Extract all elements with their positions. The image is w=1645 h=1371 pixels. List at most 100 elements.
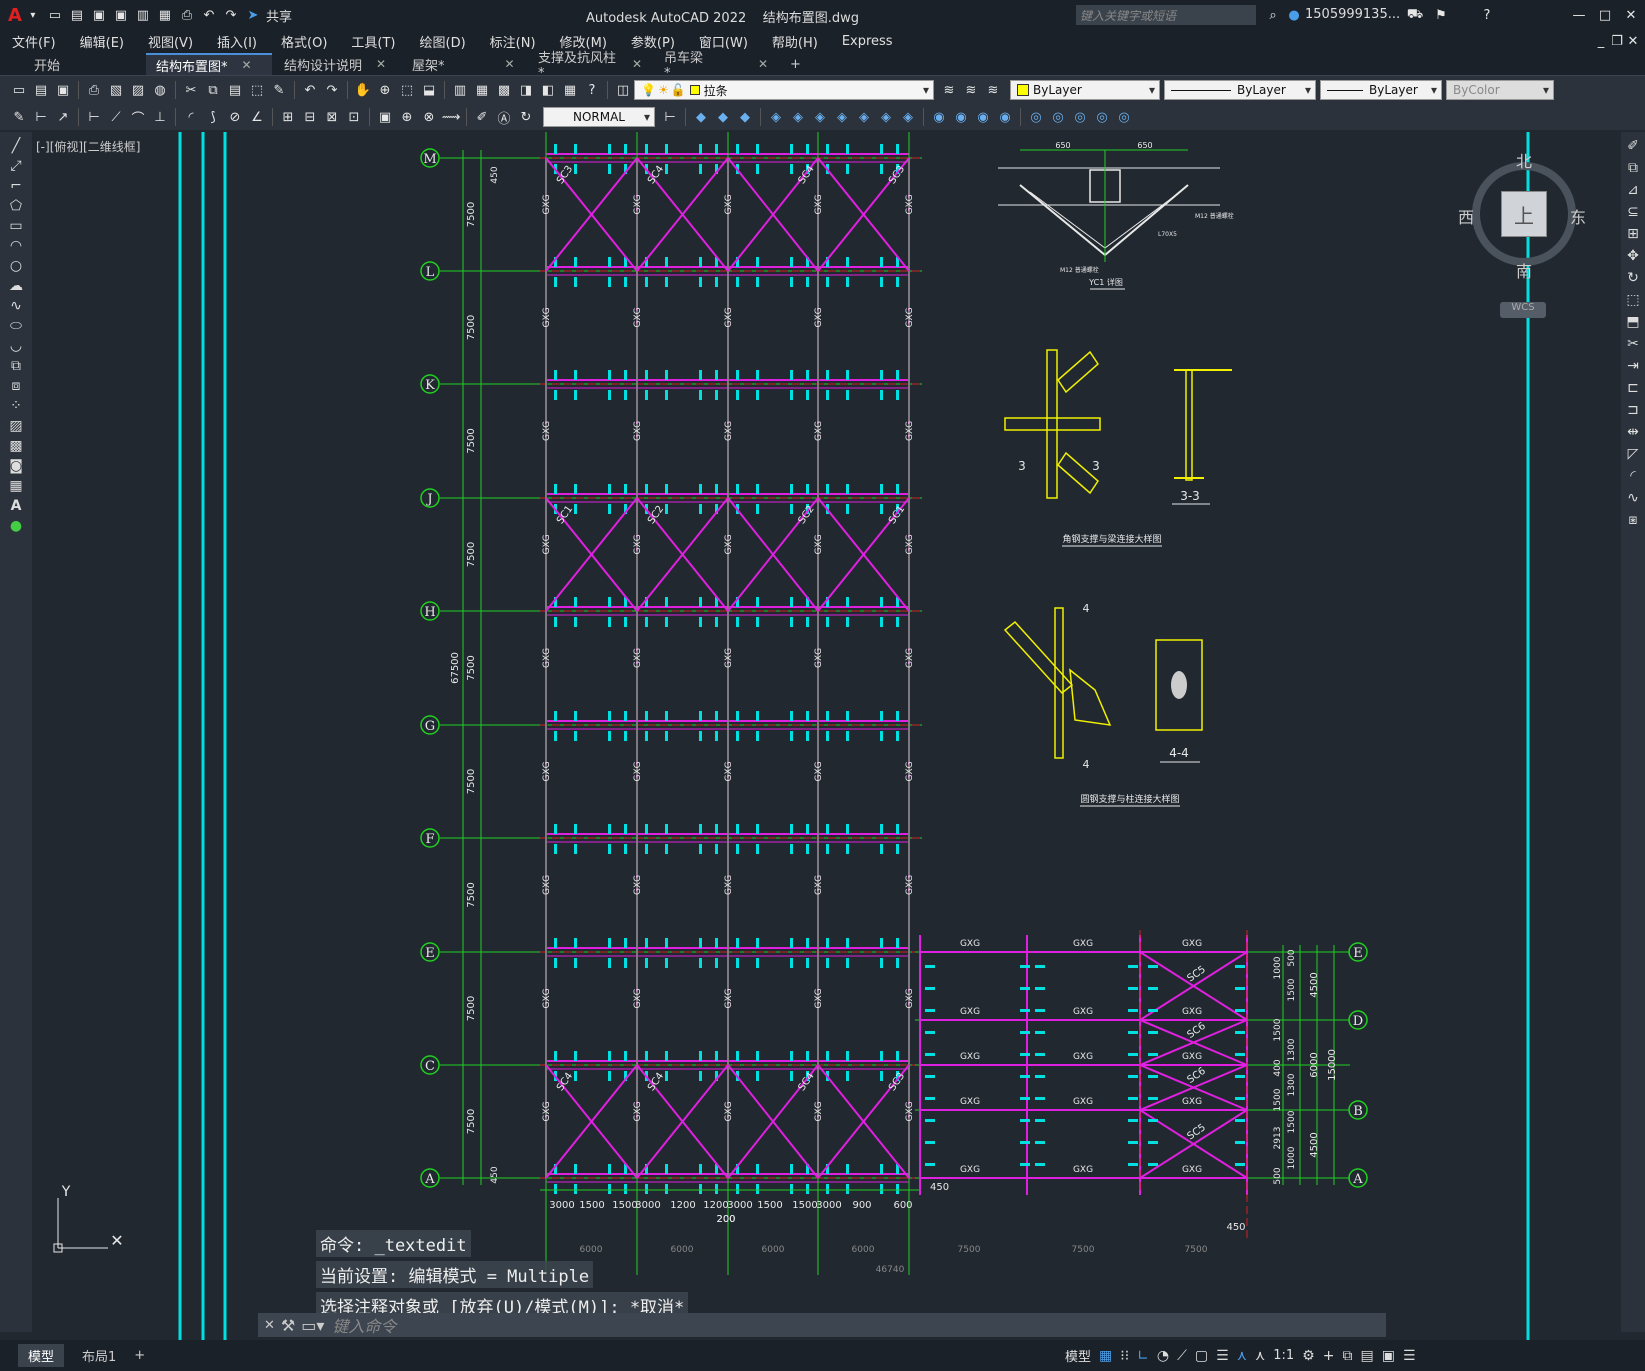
dropdown-icon[interactable]: ▾ bbox=[24, 6, 42, 24]
trim-icon[interactable]: ✂ bbox=[1627, 336, 1639, 352]
maximize-icon[interactable]: □ bbox=[1596, 6, 1614, 24]
copy-icon[interactable]: ⧉ bbox=[1628, 160, 1638, 176]
menu-help[interactable]: 帮助(H) bbox=[760, 32, 830, 51]
autocad-logo-icon[interactable]: A bbox=[8, 5, 22, 26]
close-icon[interactable]: ✕ bbox=[505, 57, 515, 71]
layout-tab-layout1[interactable]: 布局1 bbox=[72, 1344, 126, 1367]
make-block-icon[interactable]: ⧈ bbox=[12, 378, 21, 394]
drawing-canvas[interactable]: [-][俯视][二维线框] M L K J H G F E C A GXG GXG GXG GXG GXG 7… bbox=[32, 132, 1621, 1340]
tab-bracing[interactable]: 支撑及抗风柱* ✕ bbox=[528, 51, 652, 81]
ortho-icon[interactable]: ∟ bbox=[1137, 1348, 1149, 1364]
annotation-scale-icon[interactable]: ⋏ bbox=[1255, 1348, 1265, 1364]
menu-file[interactable]: 文件(F) bbox=[0, 32, 68, 51]
copy-object-icon[interactable]: ◆ bbox=[714, 108, 732, 126]
region-icon[interactable]: ◙ bbox=[9, 458, 23, 474]
scale-value[interactable]: 1:1 bbox=[1273, 1348, 1294, 1363]
lineweight-dropdown[interactable]: ByLayer bbox=[1320, 80, 1442, 100]
osnap-icon[interactable]: ▢ bbox=[1195, 1348, 1208, 1364]
union-icon[interactable]: ◉ bbox=[930, 108, 948, 126]
zoom-previous-icon[interactable]: ⬓ bbox=[420, 81, 438, 99]
close-icon[interactable]: ✕ bbox=[242, 58, 252, 72]
join-icon[interactable]: ⇹ bbox=[1627, 424, 1639, 440]
layout-tab-model[interactable]: 模型 bbox=[18, 1344, 65, 1367]
explode-icon[interactable]: ◎ bbox=[1027, 108, 1045, 126]
move-icon[interactable]: ◈ bbox=[811, 108, 829, 126]
properties-icon[interactable]: ▥ bbox=[451, 81, 469, 99]
user-icon[interactable]: ● bbox=[1285, 6, 1303, 24]
help-icon[interactable]: ? bbox=[583, 81, 601, 99]
rotate-icon[interactable]: ◈ bbox=[833, 108, 851, 126]
scale-icon[interactable]: ⬚ bbox=[1626, 292, 1639, 308]
line-icon[interactable]: ╱ bbox=[12, 138, 20, 154]
new-icon[interactable]: ▭ bbox=[10, 81, 28, 99]
layer-properties-icon[interactable]: ◫ bbox=[614, 81, 632, 99]
isodraft-icon[interactable]: ⟋ bbox=[1177, 1348, 1187, 1364]
aligned-dim-icon[interactable]: ⟋ bbox=[107, 108, 125, 126]
minimize-icon[interactable]: — bbox=[1570, 6, 1588, 24]
tab-structure-layout[interactable]: 结构布置图* ✕ bbox=[146, 53, 272, 75]
extrude-icon[interactable]: ◉ bbox=[996, 108, 1014, 126]
tab-design-notes[interactable]: 结构设计说明 ✕ bbox=[274, 53, 400, 75]
design-center-icon[interactable]: ▦ bbox=[473, 81, 491, 99]
diameter-dim-icon[interactable]: ⊘ bbox=[226, 108, 244, 126]
continue-dim-icon[interactable]: ⊠ bbox=[323, 108, 341, 126]
blend-icon[interactable]: ∿ bbox=[1627, 490, 1639, 506]
layer-dropdown[interactable]: 💡 ☀ 🔓 拉条 bbox=[634, 80, 934, 100]
offset-icon[interactable]: ◈ bbox=[767, 108, 785, 126]
menu-draw[interactable]: 绘图(D) bbox=[408, 32, 478, 51]
paste-icon[interactable]: ▤ bbox=[226, 81, 244, 99]
hardware-accel-icon[interactable]: ▤ bbox=[1360, 1348, 1373, 1364]
add-selected-icon[interactable]: ● bbox=[10, 518, 22, 534]
menu-tools[interactable]: 工具(T) bbox=[339, 32, 407, 51]
save-as-icon[interactable]: ▣ bbox=[112, 6, 130, 24]
command-input[interactable]: 键入命令 bbox=[332, 1313, 396, 1337]
brush-icon[interactable]: ✎ bbox=[270, 81, 288, 99]
zoom-realtime-icon[interactable]: ⊕ bbox=[376, 81, 394, 99]
3d-print-icon[interactable]: ◍ bbox=[151, 81, 169, 99]
user-name[interactable]: 1505999135... bbox=[1305, 7, 1400, 22]
search-input[interactable]: 键入关键字或短语 bbox=[1076, 5, 1256, 25]
tab-start[interactable]: 开始 bbox=[24, 53, 144, 75]
erase-icon[interactable]: ✐ bbox=[1627, 138, 1639, 154]
stretch-icon[interactable]: ⬒ bbox=[1626, 314, 1639, 330]
open-icon[interactable]: ▤ bbox=[32, 81, 50, 99]
publish-icon[interactable]: ▨ bbox=[129, 81, 147, 99]
wrench-icon[interactable]: ⚒ bbox=[281, 1316, 295, 1335]
offset-icon[interactable]: ⊆ bbox=[1627, 204, 1639, 220]
break-at-point-icon[interactable]: ⊐ bbox=[1627, 402, 1639, 418]
redo-icon[interactable]: ↷ bbox=[222, 6, 240, 24]
quick-dim-icon[interactable]: ⊞ bbox=[279, 108, 297, 126]
point-icon[interactable]: ⁘ bbox=[10, 398, 22, 414]
cart-icon[interactable]: ⛟ bbox=[1406, 6, 1424, 24]
move-icon[interactable]: ✥ bbox=[1627, 248, 1639, 264]
ellipse-icon[interactable]: ⬭ bbox=[10, 318, 22, 334]
web-save-icon[interactable]: ▥ bbox=[134, 6, 152, 24]
annotation-visibility-icon[interactable]: ⋏ bbox=[1237, 1348, 1247, 1364]
angular-dim-icon[interactable]: ∠ bbox=[248, 108, 266, 126]
lineweight-icon[interactable]: ☰ bbox=[1216, 1348, 1229, 1364]
array-icon[interactable]: ◈ bbox=[789, 108, 807, 126]
insert-block-icon[interactable]: ⧉ bbox=[11, 358, 21, 374]
isolate-icon[interactable]: ⧉ bbox=[1342, 1348, 1352, 1364]
break-icon[interactable]: ◎ bbox=[1071, 108, 1089, 126]
copy-icon[interactable]: ⧉ bbox=[204, 81, 222, 99]
menu-express[interactable]: Express bbox=[830, 34, 905, 49]
dim-text-edit-icon[interactable]: Ⓐ bbox=[495, 108, 513, 127]
tolerance-icon[interactable]: ▣ bbox=[376, 108, 394, 126]
menu-view[interactable]: 视图(V) bbox=[136, 32, 205, 51]
save-icon[interactable]: ▣ bbox=[54, 81, 72, 99]
undo-icon[interactable]: ↶ bbox=[301, 81, 319, 99]
make-current-icon[interactable]: ≋ bbox=[940, 81, 958, 99]
command-prompt-icon[interactable]: ▭▾ bbox=[301, 1316, 324, 1335]
menu-insert[interactable]: 插入(I) bbox=[205, 32, 269, 51]
customize-icon[interactable]: ☰ bbox=[1403, 1348, 1416, 1364]
share-label[interactable]: 共享 bbox=[266, 6, 292, 25]
close-icon[interactable]: ✕ bbox=[1622, 6, 1640, 24]
new-file-icon[interactable]: ▭ bbox=[46, 6, 64, 24]
preview-icon[interactable]: ▧ bbox=[107, 81, 125, 99]
layer-previous-icon[interactable]: ≋ bbox=[962, 81, 980, 99]
viewcube[interactable]: 上 北 南 东 西 WCS bbox=[1458, 152, 1586, 318]
subtract-icon[interactable]: ◉ bbox=[952, 108, 970, 126]
hatch-icon[interactable]: ▨ bbox=[9, 418, 22, 434]
plus-icon[interactable]: + bbox=[1323, 1348, 1335, 1364]
